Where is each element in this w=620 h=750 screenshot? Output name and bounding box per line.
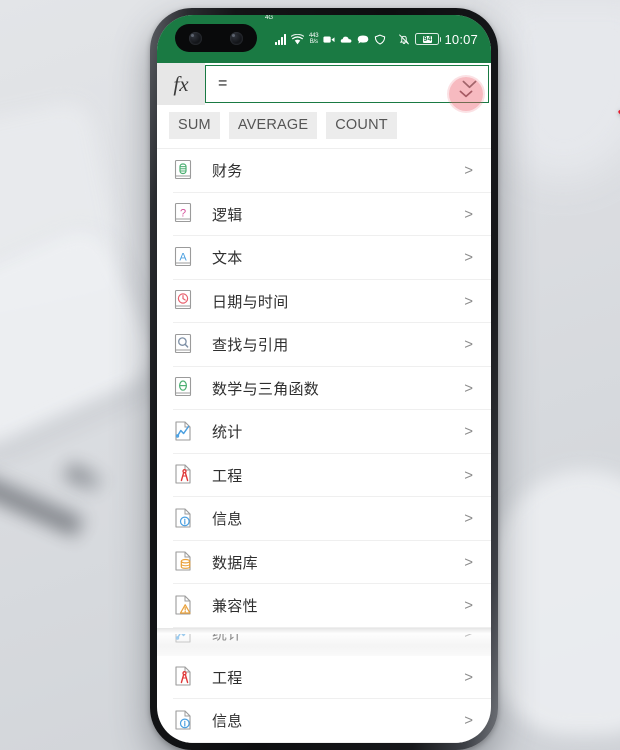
function-category-list: 财务 > ? 逻辑 > A 文本 > 日期与时间 > 查找与引用 > 数学与三角… xyxy=(157,149,491,628)
category-row-日期与时间[interactable]: 日期与时间 > xyxy=(157,280,491,324)
data-rate-unit: B/s xyxy=(309,39,318,45)
category-label: 数学与三角函数 xyxy=(212,380,320,398)
svg-text:A: A xyxy=(179,251,187,263)
camera-lens-secondary-icon xyxy=(230,31,243,45)
category-label: 数据库 xyxy=(212,554,258,572)
chevron-right-icon: > xyxy=(464,466,473,484)
status-bar-right-icons: 94 10:07 xyxy=(398,15,478,63)
chevron-right-icon: > xyxy=(464,205,473,223)
quick-function-chips: SUM AVERAGE COUNT xyxy=(157,105,491,149)
book-clock-icon xyxy=(173,289,195,313)
chevron-right-icon: > xyxy=(464,162,473,180)
status-bar-left-icons: 4G 443 B/s xyxy=(265,15,386,63)
category-row-数据库[interactable]: 数据库 > xyxy=(157,541,491,585)
chevron-right-icon: > xyxy=(464,510,473,528)
page-linechart-icon xyxy=(173,633,195,646)
screenshot-scene: 4G 443 B/s 94 10:07 fx = SUM AVERAGE COU… xyxy=(0,0,620,750)
book-text-a-icon: A xyxy=(173,246,195,270)
video-icon xyxy=(323,36,335,43)
category-row-数学与三角函数[interactable]: 数学与三角函数 > xyxy=(157,367,491,411)
chip-sum[interactable]: SUM xyxy=(169,112,220,139)
page-compass-icon xyxy=(173,665,195,689)
bell-mute-icon xyxy=(399,33,410,44)
phone-device: 4G 443 B/s 94 10:07 fx = SUM AVERAGE COU… xyxy=(150,8,620,750)
chip-average[interactable]: AVERAGE xyxy=(228,112,318,139)
chevron-right-icon: > xyxy=(464,597,473,615)
book-question-icon: ? xyxy=(173,202,195,226)
background-blur-top-right xyxy=(500,0,620,180)
chevron-right-icon: > xyxy=(464,712,473,730)
page-database-icon xyxy=(173,550,195,574)
battery-icon: 94 xyxy=(415,33,442,45)
category-label: 财务 xyxy=(212,163,243,181)
shield-icon xyxy=(375,34,386,45)
data-rate-indicator: 443 B/s xyxy=(309,32,319,46)
category-row-信息[interactable]: 信息 > xyxy=(157,699,491,743)
book-finance-icon xyxy=(173,159,195,183)
chevron-right-icon: > xyxy=(464,249,473,267)
chevron-right-icon: > xyxy=(464,668,473,686)
category-row-信息[interactable]: 信息 > xyxy=(157,497,491,541)
page-info-icon xyxy=(173,709,195,733)
category-row-查找与引用[interactable]: 查找与引用 > xyxy=(157,323,491,367)
chevron-right-icon: > xyxy=(464,553,473,571)
wifi-icon xyxy=(291,33,305,44)
chevron-right-icon: > xyxy=(464,633,473,643)
signal-bars-icon xyxy=(275,33,287,45)
category-row-统计[interactable]: 统计 > xyxy=(157,410,491,454)
camera-punchhole xyxy=(175,24,257,52)
battery-percent-label: 94 xyxy=(422,35,433,43)
ghost-duplicate-row: 统计 > xyxy=(157,633,491,656)
category-label: 日期与时间 xyxy=(212,293,289,311)
network-type-label: 4G xyxy=(265,15,274,21)
page-info-icon xyxy=(173,507,195,531)
category-row-工程[interactable]: 工程 > xyxy=(157,656,491,700)
book-search-icon xyxy=(173,333,195,357)
chevron-down-icon[interactable] xyxy=(456,71,482,97)
page-linechart-icon xyxy=(173,420,195,444)
fx-button[interactable]: fx xyxy=(157,63,205,105)
category-label: 信息 xyxy=(212,713,243,731)
status-bar-clock: 10:07 xyxy=(444,31,478,47)
category-label: 工程 xyxy=(212,669,243,687)
function-category-list-trailing: 工程 > 信息 > xyxy=(157,656,491,743)
data-rate-value: 443 xyxy=(309,32,319,39)
category-label: 逻辑 xyxy=(212,206,243,224)
category-label: 工程 xyxy=(212,467,243,485)
category-label: 统计 xyxy=(212,633,243,644)
category-row-文本[interactable]: A 文本 > xyxy=(157,236,491,280)
background-object-right xyxy=(480,470,620,735)
formula-bar: fx = xyxy=(157,63,491,105)
chevron-right-icon: > xyxy=(464,292,473,310)
category-row-兼容性[interactable]: 兼容性 > xyxy=(157,584,491,628)
formula-input-value: = xyxy=(218,75,228,92)
category-row-统计[interactable]: 统计 > xyxy=(157,633,491,646)
category-row-财务[interactable]: 财务 > xyxy=(157,149,491,193)
page-compass-icon xyxy=(173,463,195,487)
formula-input[interactable]: = xyxy=(205,65,489,103)
chip-count[interactable]: COUNT xyxy=(326,112,397,139)
message-icon xyxy=(358,35,369,44)
category-label: 查找与引用 xyxy=(212,337,289,355)
category-row-逻辑[interactable]: ? 逻辑 > xyxy=(157,193,491,237)
status-bar: 4G 443 B/s 94 10:07 xyxy=(157,15,491,63)
cloud-icon xyxy=(341,36,352,43)
category-row-工程[interactable]: 工程 > xyxy=(157,454,491,498)
category-label: 统计 xyxy=(212,424,243,442)
background-paper-card xyxy=(0,219,165,456)
svg-text:?: ? xyxy=(180,208,186,220)
chevron-right-icon: > xyxy=(464,379,473,397)
category-label: 文本 xyxy=(212,250,243,268)
chevron-right-icon: > xyxy=(464,423,473,441)
category-label: 兼容性 xyxy=(212,598,258,616)
background-pen-tip xyxy=(64,463,104,493)
camera-lens-icon xyxy=(189,31,202,45)
category-label: 信息 xyxy=(212,511,243,529)
page-warning-icon xyxy=(173,594,195,618)
book-theta-icon xyxy=(173,376,195,400)
phone-screen: 4G 443 B/s 94 10:07 fx = SUM AVERAGE COU… xyxy=(157,15,491,743)
chevron-right-icon: > xyxy=(464,336,473,354)
